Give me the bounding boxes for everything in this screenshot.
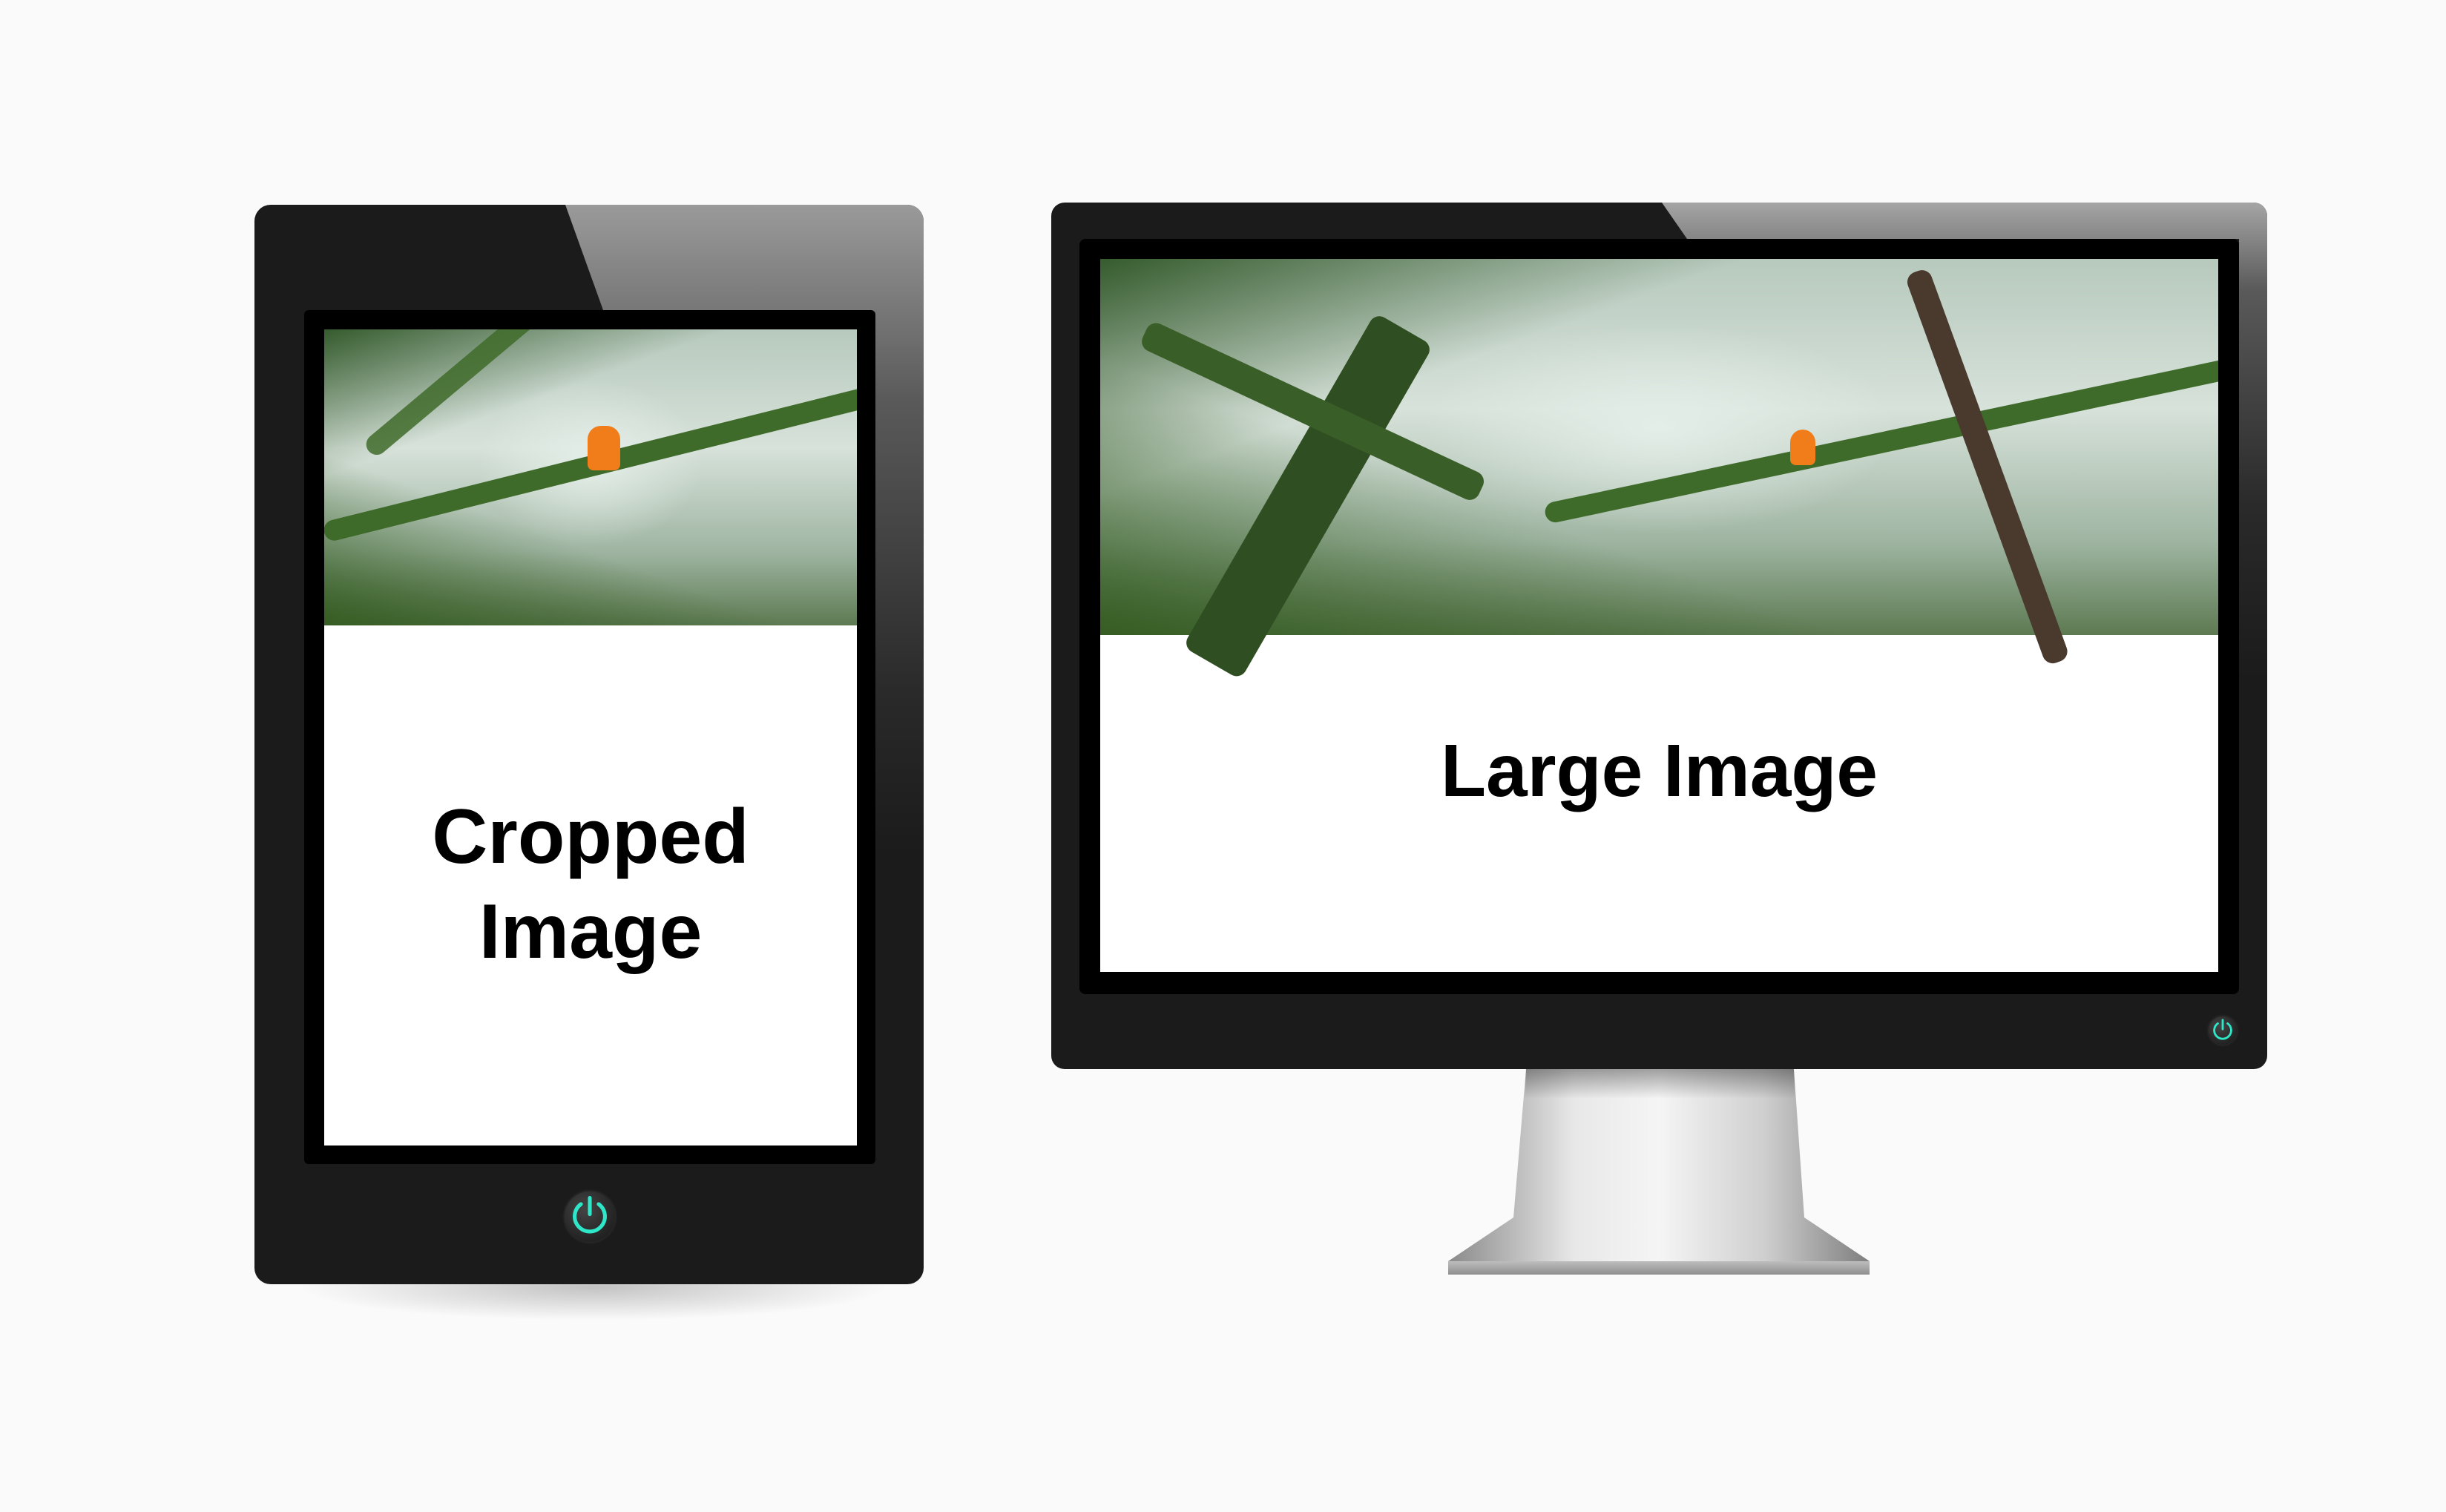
monitor-power-button[interactable] [2209,1016,2237,1045]
forest-photo-large [1100,259,2218,680]
tablet-power-button[interactable] [565,1191,615,1242]
title-line-2: Image [479,889,703,975]
tablet-bezel: Cropped Image [304,310,875,1164]
person-figure [588,426,620,470]
monitor-stand-shadow [1525,1069,1795,1099]
monitor-screen: Large Image [1100,259,2218,972]
tablet-screen: Cropped Image [324,329,857,1145]
large-image-title: Large Image [1440,729,1878,812]
cropped-image-title: Cropped Image [324,789,857,979]
forest-photo-cropped [324,329,857,625]
tablet-device: Cropped Image [254,205,924,1284]
tree-trunk [1904,267,2071,667]
monitor-stand-base [1448,1261,1870,1275]
tree-branch [362,329,546,459]
monitor-device: Large Image [1051,203,2267,1069]
power-icon [573,1195,607,1234]
title-line-1: Cropped [432,794,749,880]
tree-branch [1543,357,2218,525]
person-figure [1790,430,1815,465]
monitor-bezel: Large Image [1079,239,2239,994]
power-icon [2213,1019,2232,1040]
